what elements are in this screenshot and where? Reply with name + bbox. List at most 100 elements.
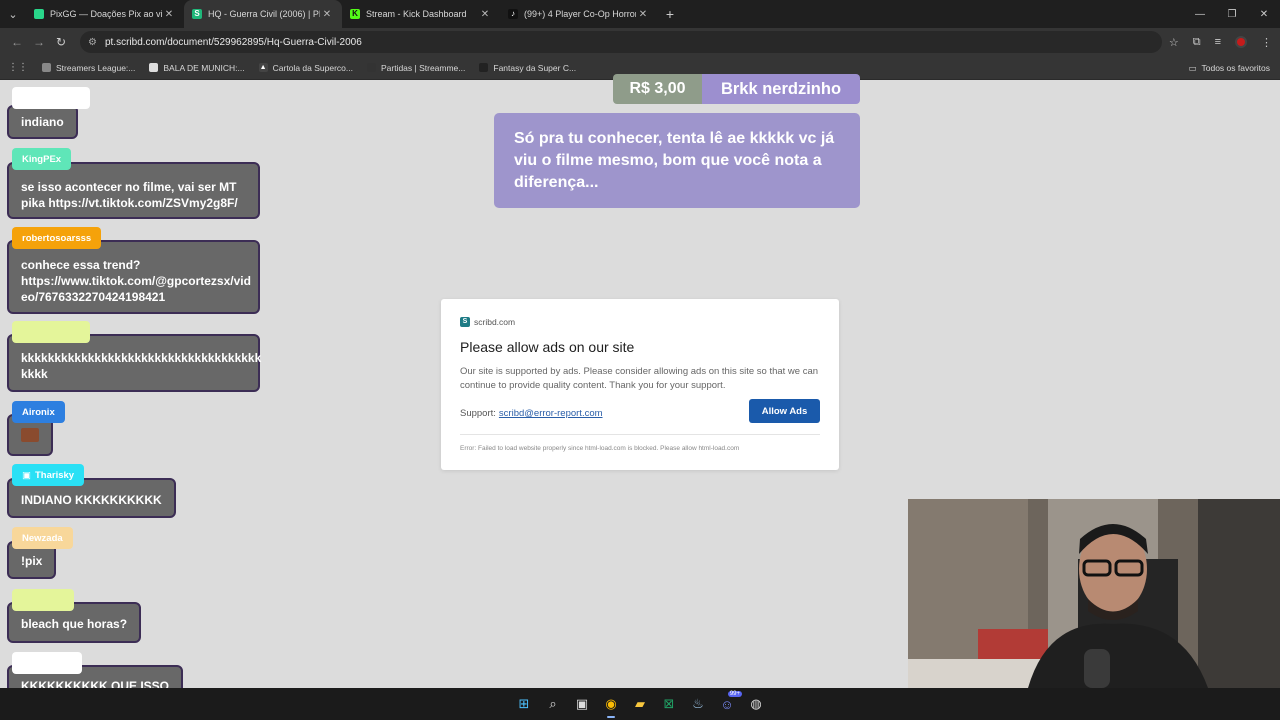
tab-title: Stream - Kick Dashboard — [366, 9, 467, 19]
bookmark-item[interactable]: Streamers League:... — [42, 63, 135, 73]
donation-donor: Brkk nerdzinho — [702, 74, 860, 104]
address-bar-row: ← → ↻ ⚙ pt.scribd.com/document/529962895… — [0, 28, 1280, 56]
chat-text: INDIANO KKKKKKKKKK — [21, 493, 162, 507]
file-explorer-icon[interactable]: ▰ — [629, 693, 651, 715]
support-email-link[interactable]: scribd@error-report.com — [499, 408, 603, 419]
plus-icon: + — [665, 6, 675, 22]
allow-ads-modal: S scribd.com Please allow ads on our sit… — [441, 299, 839, 470]
scribd-favicon-icon: S — [192, 9, 202, 19]
windows-start-icon[interactable]: ⊞ — [513, 693, 535, 715]
modal-body: Our site is supported by ads. Please con… — [460, 366, 819, 391]
tiktok-favicon-icon: ♪ — [508, 9, 518, 19]
allow-ads-button[interactable]: Allow Ads — [749, 399, 820, 423]
donation-amount: R$ 3,00 — [613, 74, 702, 104]
tab-bar: ⌄ PixGG — Doações Pix ao vivo p ✕ S HQ -… — [0, 0, 1280, 28]
scribd-logo-icon: S — [460, 317, 470, 327]
restore-icon[interactable]: ❐ — [1216, 0, 1248, 28]
bookmark-label: Partidas | Streamme... — [380, 62, 466, 73]
bookmark-favicon-icon: ▲ — [258, 63, 268, 72]
bookmark-item[interactable]: Partidas | Streamme... — [366, 62, 466, 73]
kick-favicon-icon: K — [350, 9, 360, 19]
menu-kebab-icon[interactable]: ⋮ — [1261, 36, 1272, 49]
tab-title: HQ - Guerra Civil (2006) | PDF — [208, 9, 320, 19]
apps-grid-icon[interactable]: ⋮⋮ — [8, 62, 28, 73]
profile-avatar[interactable] — [1235, 36, 1247, 48]
site-info-icon[interactable]: ⚙ — [88, 37, 97, 48]
all-bookmarks-label: Todos os favoritos — [1201, 63, 1270, 73]
bookmark-label: BALA DE MUNICH:... — [163, 62, 245, 73]
discord-icon[interactable]: ☺ 99+ — [716, 691, 742, 715]
modal-site: S scribd.com — [460, 317, 820, 327]
chat-user-badge: robertosoarsss — [12, 227, 102, 249]
chat-message: indiano — [7, 105, 78, 139]
tab-scribd[interactable]: S HQ - Guerra Civil (2006) | PDF ✕ — [184, 0, 342, 28]
chat-user-badge — [12, 87, 90, 109]
close-tab-icon[interactable]: ✕ — [636, 9, 650, 20]
tab-title: (99+) 4 Player Co-Op Horror Ga — [524, 9, 636, 19]
all-bookmarks-folder[interactable]: ▭ Todos os favoritos — [1188, 56, 1270, 80]
bookmark-star-icon[interactable]: ☆ — [1169, 36, 1179, 49]
media-controls-icon[interactable]: ≡ — [1215, 36, 1221, 48]
webcam-feed — [908, 499, 1280, 688]
chat-text: indiano — [21, 115, 64, 129]
bookmark-favicon-icon — [149, 63, 159, 72]
bookmark-favicon-icon — [42, 63, 51, 72]
chat-message: conhece essa trend? https://www.tiktok.c… — [7, 240, 260, 314]
modal-divider — [460, 434, 820, 435]
bookmark-item[interactable]: ▲ Cartola da Superco... — [258, 63, 353, 73]
chat-text: conhece essa trend? https://www.tiktok.c… — [21, 258, 251, 304]
modal-title: Please allow ads on our site — [460, 339, 635, 355]
close-tab-icon[interactable]: ✕ — [320, 9, 334, 20]
close-window-icon[interactable]: ✕ — [1248, 0, 1280, 28]
forward-icon[interactable]: → — [28, 35, 50, 49]
chat-user-badge — [12, 321, 90, 343]
bookmark-label: Streamers League:... — [56, 62, 136, 73]
search-icon[interactable]: ⌕ — [542, 693, 564, 715]
close-tab-icon[interactable]: ✕ — [478, 9, 492, 20]
tab-tiktok[interactable]: ♪ (99+) 4 Player Co-Op Horror Ga ✕ — [500, 0, 658, 28]
minimize-icon[interactable]: — — [1184, 0, 1216, 28]
chat-user-badge: ▣ Tharisky — [12, 464, 85, 486]
pixgg-favicon-icon — [34, 9, 44, 19]
excel-icon[interactable]: ⊠ — [658, 693, 680, 715]
folder-icon: ▭ — [1188, 62, 1197, 73]
extensions-icon[interactable]: ⧉ — [1193, 36, 1201, 49]
url-text: pt.scribd.com/document/529962895/Hq-Guer… — [104, 36, 362, 48]
modal-site-label: scribd.com — [474, 317, 516, 327]
bookmark-item[interactable]: BALA DE MUNICH:... — [149, 62, 245, 73]
chat-text: se isso acontecer no filme, vai ser MT p… — [21, 179, 238, 210]
donation-message: Só pra tu conhecer, tenta lê ae kkkkk vc… — [494, 113, 860, 208]
toolbar-right: ☆ ⧉ ≡ ⋮ — [1169, 28, 1272, 56]
reload-icon[interactable]: ↻ — [50, 35, 72, 49]
new-tab-button[interactable]: + — [658, 6, 682, 22]
emote-image — [21, 428, 39, 442]
window-controls: — ❐ ✕ — [1184, 0, 1280, 28]
tab-kick[interactable]: K Stream - Kick Dashboard ✕ — [342, 0, 500, 28]
bookmark-item[interactable]: Fantasy da Super C... — [479, 63, 576, 73]
kick-badge-icon: ▣ — [22, 469, 31, 481]
windows-taskbar: ⊞ ⌕ ▣ ◉ ▰ ⊠ ♨ ☺ 99+ ◍ — [0, 688, 1280, 720]
support-label: Support: — [460, 408, 496, 419]
discord-badge: 99+ — [727, 691, 742, 697]
chat-user-badge — [12, 652, 82, 674]
url-bar[interactable]: ⚙ pt.scribd.com/document/529962895/Hq-Gu… — [80, 31, 1162, 53]
chat-user-badge: Aironix — [12, 401, 65, 423]
tab-title: PixGG — Doações Pix ao vivo p — [50, 9, 162, 19]
chevron-down-icon: ⌄ — [8, 8, 18, 21]
steam-icon[interactable]: ♨ — [687, 693, 709, 715]
chat-text: kkkkkkkkkkkkkkkkkkkkkkkkkkkkkkkkkkkk kkk… — [21, 351, 262, 381]
tab-search-button[interactable]: ⌄ — [0, 0, 26, 28]
task-view-icon[interactable]: ▣ — [571, 693, 593, 715]
chat-user-badge — [12, 589, 74, 611]
chrome-icon[interactable]: ◉ — [600, 693, 622, 718]
close-tab-icon[interactable]: ✕ — [162, 9, 176, 20]
back-icon[interactable]: ← — [6, 35, 28, 49]
chat-message: se isso acontecer no filme, vai ser MT p… — [7, 162, 260, 219]
bookmark-favicon-icon — [366, 63, 376, 72]
chat-text: bleach que horas? — [21, 616, 128, 631]
webcam-person-image — [908, 499, 1280, 688]
chat-user-badge: Newzada — [12, 527, 73, 549]
obs-icon[interactable]: ◍ — [745, 693, 767, 715]
bookmark-favicon-icon — [479, 63, 489, 72]
tab-pixgg[interactable]: PixGG — Doações Pix ao vivo p ✕ — [26, 0, 184, 28]
